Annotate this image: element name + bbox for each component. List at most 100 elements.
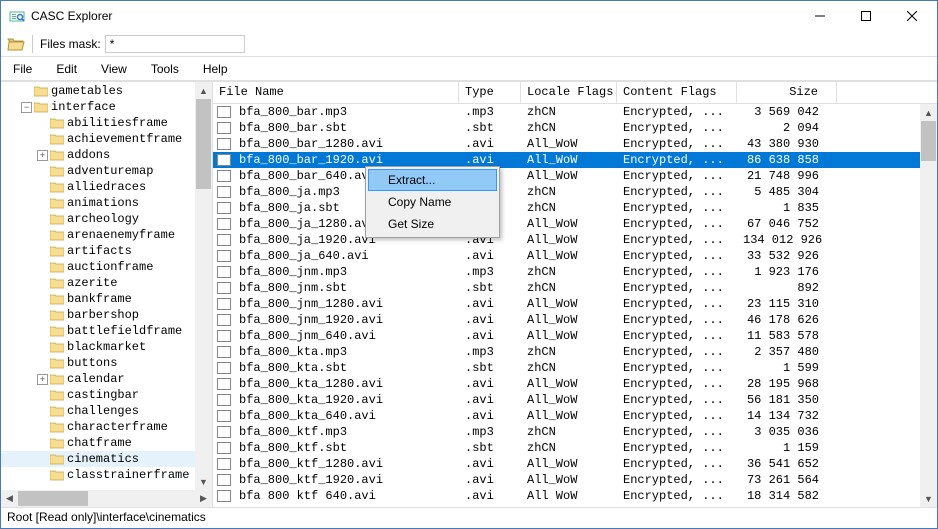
file-row[interactable]: bfa_800_bar.sbt.sbtzhCNEncrypted, ...2 0… bbox=[213, 120, 937, 136]
file-icon bbox=[217, 154, 231, 166]
cell-type: .sbt bbox=[459, 281, 521, 295]
menu-tools[interactable]: Tools bbox=[139, 59, 191, 79]
scroll-track[interactable] bbox=[195, 189, 212, 473]
scroll-up-icon[interactable]: ▲ bbox=[920, 104, 937, 121]
scroll-track[interactable] bbox=[88, 490, 195, 507]
file-row[interactable]: bfa_800_ja_640.avi.aviAll_WoWEncrypted, … bbox=[213, 248, 937, 264]
file-row[interactable]: bfa_800_kta.sbt.sbtzhCNEncrypted, ...1 5… bbox=[213, 360, 937, 376]
window-title: CASC Explorer bbox=[31, 9, 797, 23]
file-row[interactable]: bfa_800_kta_1280.avi.aviAll_WoWEncrypted… bbox=[213, 376, 937, 392]
cell-locale: zhCN bbox=[521, 265, 617, 279]
scroll-down-icon[interactable]: ▼ bbox=[195, 473, 212, 490]
tree-item[interactable]: characterframe bbox=[1, 419, 212, 435]
file-row[interactable]: bfa_800_ja_1280.avi.aviAll_WoWEncrypted,… bbox=[213, 216, 937, 232]
file-row[interactable]: bfa_800_jnm_1920.avi.aviAll_WoWEncrypted… bbox=[213, 312, 937, 328]
file-row[interactable]: bfa_800_kta_640.avi.aviAll_WoWEncrypted,… bbox=[213, 408, 937, 424]
menu-edit[interactable]: Edit bbox=[44, 59, 89, 79]
tree-item[interactable]: barbershop bbox=[1, 307, 212, 323]
cell-size: 73 261 564 bbox=[737, 473, 837, 487]
tree-item[interactable]: abilitiesframe bbox=[1, 115, 212, 131]
maximize-button[interactable] bbox=[843, 1, 889, 31]
tree-item[interactable]: battlefieldframe bbox=[1, 323, 212, 339]
file-row[interactable]: bfa_800_bar_1280.avi.aviAll_WoWEncrypted… bbox=[213, 136, 937, 152]
file-row[interactable]: bfa_800_ktf_1280.avi.aviAll_WoWEncrypted… bbox=[213, 456, 937, 472]
scroll-down-icon[interactable]: ▼ bbox=[920, 490, 937, 507]
folder-icon bbox=[50, 149, 64, 161]
expander-icon[interactable]: + bbox=[37, 374, 48, 385]
tree-item[interactable]: −interface bbox=[1, 99, 212, 115]
file-row[interactable]: bfa_800_bar.mp3.mp3zhCNEncrypted, ...3 5… bbox=[213, 104, 937, 120]
menu-file[interactable]: File bbox=[1, 59, 44, 79]
tree-item[interactable]: azerite bbox=[1, 275, 212, 291]
ctx-copy-name[interactable]: Copy Name bbox=[368, 191, 497, 213]
open-folder-button[interactable] bbox=[7, 35, 25, 53]
tree-scrollbar-horizontal[interactable]: ◀ ▶ bbox=[1, 490, 212, 507]
scroll-up-icon[interactable]: ▲ bbox=[195, 82, 212, 99]
file-row[interactable]: bfa_800_jnm_1280.avi.aviAll_WoWEncrypted… bbox=[213, 296, 937, 312]
cell-size: 28 195 968 bbox=[737, 377, 837, 391]
menu-help[interactable]: Help bbox=[191, 59, 240, 79]
scroll-thumb[interactable] bbox=[196, 99, 211, 189]
list-scrollbar-vertical[interactable]: ▲ ▼ bbox=[920, 104, 937, 507]
col-header-size[interactable]: Size bbox=[737, 82, 837, 103]
tree-item[interactable]: adventuremap bbox=[1, 163, 212, 179]
scroll-thumb[interactable] bbox=[18, 491, 88, 506]
cell-type: .mp3 bbox=[459, 105, 521, 119]
scroll-track[interactable] bbox=[920, 161, 937, 490]
col-header-locale[interactable]: Locale Flags bbox=[521, 82, 617, 103]
tree-item[interactable]: +calendar bbox=[1, 371, 212, 387]
file-row[interactable]: bfa_800_ktf_1920.avi.aviAll_WoWEncrypted… bbox=[213, 472, 937, 488]
minimize-button[interactable] bbox=[797, 1, 843, 31]
tree-item[interactable]: auctionframe bbox=[1, 259, 212, 275]
file-row[interactable]: bfa_800_ja.mp3.mp3zhCNEncrypted, ...5 48… bbox=[213, 184, 937, 200]
file-row[interactable]: bfa_800_ja.sbt.sbtzhCNEncrypted, ...1 83… bbox=[213, 200, 937, 216]
ctx-get-size[interactable]: Get Size bbox=[368, 213, 497, 235]
tree-item[interactable]: castingbar bbox=[1, 387, 212, 403]
ctx-extract[interactable]: Extract... bbox=[368, 169, 497, 191]
tree-item[interactable]: classtrainerframe bbox=[1, 467, 212, 483]
file-row[interactable]: bfa_800_jnm.sbt.sbtzhCNEncrypted, ...892 bbox=[213, 280, 937, 296]
tree-scrollbar-vertical[interactable]: ▲ ▼ bbox=[195, 82, 212, 490]
file-row[interactable]: bfa_800_kta.mp3.mp3zhCNEncrypted, ...2 3… bbox=[213, 344, 937, 360]
folder-tree[interactable]: gametables−interfaceabilitiesframeachiev… bbox=[1, 82, 213, 507]
tree-item[interactable]: arenaenemyframe bbox=[1, 227, 212, 243]
tree-item[interactable]: alliedraces bbox=[1, 179, 212, 195]
file-row[interactable]: bfa_800_bar_1920.avi.aviAll_WoWEncrypted… bbox=[213, 152, 937, 168]
scroll-left-icon[interactable]: ◀ bbox=[1, 490, 18, 507]
folder-icon bbox=[50, 165, 64, 177]
col-header-type[interactable]: Type bbox=[459, 82, 521, 103]
file-row[interactable]: bfa 800 ktf 640.avi.aviAll WoWEncrypted,… bbox=[213, 488, 937, 504]
tree-item[interactable]: buttons bbox=[1, 355, 212, 371]
tree-item[interactable]: animations bbox=[1, 195, 212, 211]
file-row[interactable]: bfa_800_ktf.sbt.sbtzhCNEncrypted, ...1 1… bbox=[213, 440, 937, 456]
mask-input[interactable] bbox=[105, 35, 245, 53]
file-row[interactable]: bfa_800_ktf.mp3.mp3zhCNEncrypted, ...3 0… bbox=[213, 424, 937, 440]
tree-item[interactable]: archeology bbox=[1, 211, 212, 227]
tree-item[interactable]: blackmarket bbox=[1, 339, 212, 355]
col-header-content[interactable]: Content Flags bbox=[617, 82, 737, 103]
file-row[interactable]: bfa_800_bar_640.avi.aviAll_WoWEncrypted,… bbox=[213, 168, 937, 184]
menu-view[interactable]: View bbox=[89, 59, 139, 79]
file-row[interactable]: bfa_800_kta_1920.avi.aviAll_WoWEncrypted… bbox=[213, 392, 937, 408]
expander-icon[interactable]: + bbox=[37, 150, 48, 161]
file-row[interactable]: bfa_800_ja_1920.avi.aviAll_WoWEncrypted,… bbox=[213, 232, 937, 248]
col-header-name[interactable]: File Name bbox=[213, 82, 459, 103]
file-rows[interactable]: bfa_800_bar.mp3.mp3zhCNEncrypted, ...3 5… bbox=[213, 104, 937, 507]
scroll-right-icon[interactable]: ▶ bbox=[195, 490, 212, 507]
cell-size: 1 923 176 bbox=[737, 265, 837, 279]
tree-item[interactable]: bankframe bbox=[1, 291, 212, 307]
context-menu: Extract... Copy Name Get Size bbox=[365, 166, 500, 238]
folder-icon bbox=[34, 85, 48, 97]
file-row[interactable]: bfa_800_jnm.mp3.mp3zhCNEncrypted, ...1 9… bbox=[213, 264, 937, 280]
tree-item[interactable]: cinematics bbox=[1, 451, 212, 467]
expander-icon[interactable]: − bbox=[21, 102, 32, 113]
scroll-thumb[interactable] bbox=[921, 121, 936, 161]
tree-item[interactable]: challenges bbox=[1, 403, 212, 419]
file-row[interactable]: bfa_800_jnm_640.avi.aviAll_WoWEncrypted,… bbox=[213, 328, 937, 344]
tree-item[interactable]: gametables bbox=[1, 83, 212, 99]
tree-item[interactable]: +addons bbox=[1, 147, 212, 163]
tree-item[interactable]: achievementframe bbox=[1, 131, 212, 147]
close-button[interactable] bbox=[889, 1, 935, 31]
tree-item[interactable]: artifacts bbox=[1, 243, 212, 259]
tree-item[interactable]: chatframe bbox=[1, 435, 212, 451]
